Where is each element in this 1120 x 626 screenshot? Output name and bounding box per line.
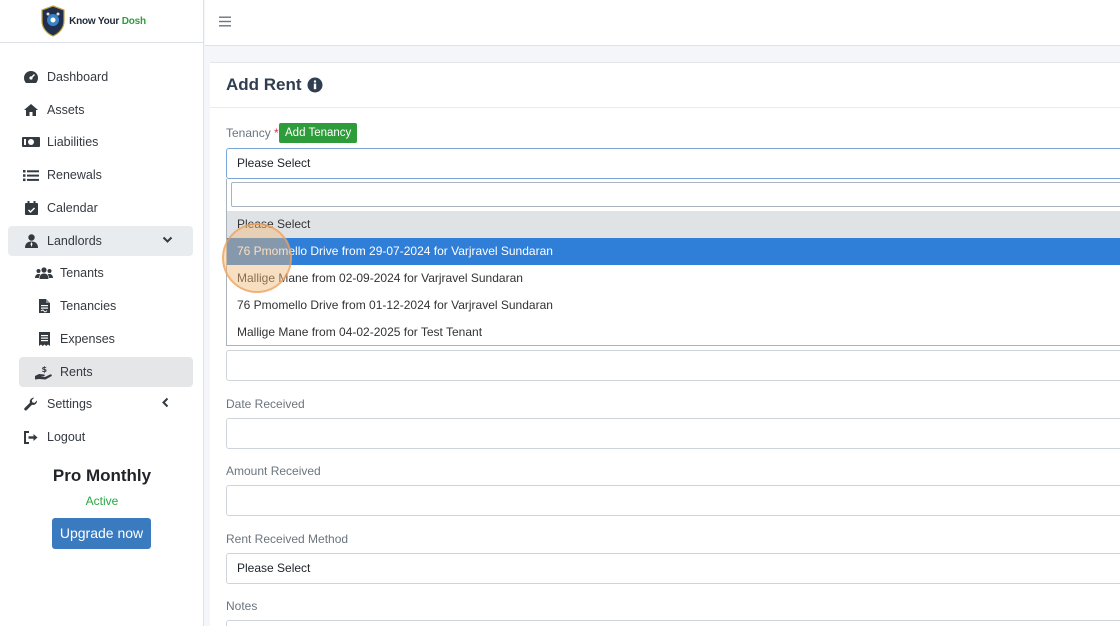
user-tie-icon (22, 233, 40, 249)
sidebar-item-label: Tenancies (60, 299, 117, 313)
svg-text:$: $ (42, 365, 48, 374)
sidebar-item-label: Expenses (60, 332, 115, 346)
notes-label: Notes (226, 599, 258, 613)
sidebar-item-renewals[interactable]: Renewals (8, 160, 193, 190)
sidebar-item-label: Landlords (47, 234, 102, 248)
shield-logo-icon (41, 5, 65, 37)
sidebar-item-tenants[interactable]: Tenants (8, 258, 193, 288)
sidebar-item-label: Assets (47, 103, 85, 117)
top-navbar (205, 0, 1120, 46)
sidebar-item-logout[interactable]: Logout (8, 422, 193, 452)
sidebar-item-label: Settings (47, 397, 93, 411)
sidebar-item-calendar[interactable]: Calendar (8, 193, 193, 223)
upgrade-now-button[interactable]: Upgrade now (52, 518, 151, 549)
sidebar-item-landlords[interactable]: Landlords (8, 226, 193, 256)
tenancy-label: Tenancy * (226, 126, 279, 140)
chevron-left-icon (162, 397, 169, 408)
sidebar-item-label: Dashboard (47, 70, 109, 84)
dropdown-option[interactable]: Mallige Mane from 02-09-2024 for Varjrav… (227, 265, 1120, 292)
plan-name: Pro Monthly (52, 466, 152, 485)
info-circle-icon[interactable] (307, 77, 323, 93)
sidebar-item-settings[interactable]: Settings (8, 389, 193, 419)
sidebar-item-assets[interactable]: Assets (8, 95, 193, 125)
sign-out-icon (22, 429, 40, 445)
rent-received-method-label: Rent Received Method (226, 532, 349, 546)
sidebar-item-label: Liabilities (47, 135, 99, 149)
money-bill-icon (22, 134, 40, 150)
wrench-icon (22, 396, 40, 412)
plan-panel: Pro Monthly Active Upgrade now (0, 466, 204, 549)
date-received-input[interactable] (226, 418, 1120, 449)
sidebar-item-label: Rents (60, 365, 93, 379)
amount-received-input[interactable] (226, 485, 1120, 516)
hand-holding-usd-icon: $ (35, 364, 53, 380)
dropdown-option[interactable]: 76 Pmomello Drive from 29-07-2024 for Va… (227, 238, 1120, 265)
sidebar-item-dashboard[interactable]: Dashboard (8, 62, 193, 92)
sidebar-item-label: Renewals (47, 168, 102, 182)
sidebar-item-tenancies[interactable]: Tenancies (8, 291, 193, 321)
calendar-check-icon (22, 200, 40, 216)
dropdown-option: Please Select (227, 211, 1120, 238)
list-icon (22, 167, 40, 183)
sidebar-item-label: Calendar (47, 201, 98, 215)
date-received-label: Date Received (226, 397, 305, 411)
sidebar-item-liabilities[interactable]: Liabilities (8, 127, 193, 157)
card-header: Add Rent (210, 63, 1120, 108)
file-contract-icon (35, 298, 53, 314)
tenancy-dropdown: Please Select 76 Pmomello Drive from 29-… (226, 179, 1120, 346)
users-icon (35, 265, 53, 281)
dropdown-search-input[interactable] (231, 182, 1120, 207)
sidebar-item-label: Tenants (60, 266, 104, 280)
notes-input[interactable] (226, 620, 1120, 626)
receipt-icon (35, 331, 53, 347)
brand[interactable]: Know Your Dosh (0, 0, 203, 43)
sidebar: Know Your Dosh Dashboard Assets Liabilit… (0, 0, 204, 626)
tenancy-select[interactable]: Please Select (226, 148, 1120, 179)
amount-received-label: Amount Received (226, 464, 321, 478)
add-rent-card: Add Rent Tenancy * Add Tenancy Please Se… (210, 62, 1120, 626)
chevron-down-icon (162, 236, 173, 243)
plan-status: Active (85, 494, 119, 508)
sidebar-item-expenses[interactable]: Expenses (8, 324, 193, 354)
page-title: Add Rent (226, 75, 323, 95)
hamburger-menu-icon[interactable] (219, 16, 231, 27)
home-icon (22, 102, 40, 118)
brand-name: Know Your Dosh (69, 15, 146, 27)
dashboard-icon (22, 69, 40, 85)
add-tenancy-button[interactable]: Add Tenancy (279, 123, 358, 143)
page-title-text: Add Rent (226, 75, 302, 94)
sidebar-item-rents[interactable]: $ Rents (19, 357, 193, 387)
sidebar-item-label: Logout (47, 430, 86, 444)
dropdown-option[interactable]: Mallige Mane from 04-02-2025 for Test Te… (227, 319, 1120, 346)
rent-received-method-select[interactable]: Please Select (226, 553, 1120, 584)
dropdown-option[interactable]: 76 Pmomello Drive from 01-12-2024 for Va… (227, 292, 1120, 319)
hidden-field-input[interactable] (226, 350, 1120, 381)
